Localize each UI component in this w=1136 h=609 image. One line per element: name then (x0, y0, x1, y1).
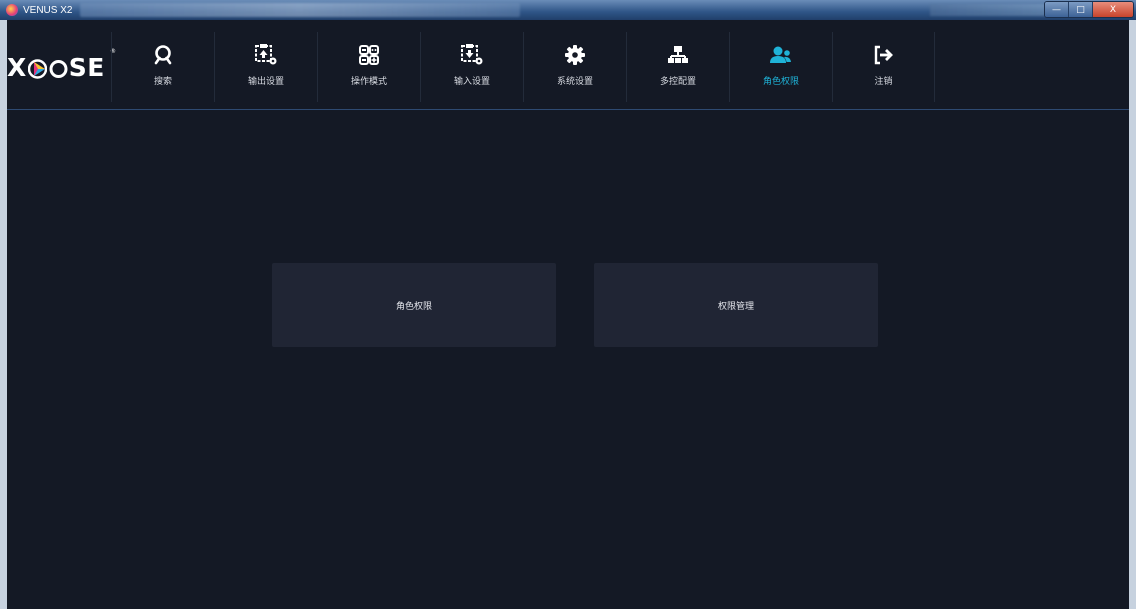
role-permissions-card[interactable]: 角色权限 (272, 263, 556, 347)
maximize-button[interactable]: □ (1069, 2, 1093, 17)
brand-logo: X SE (7, 42, 110, 92)
close-button[interactable]: X (1093, 2, 1133, 17)
nav-label-search: 搜索 (153, 77, 172, 87)
nav-label-operation-mode: 操作模式 (350, 77, 387, 87)
nav-label-system-settings: 系统设置 (556, 77, 593, 87)
logo-text-right: SE (68, 52, 105, 82)
input-settings-icon (460, 43, 484, 67)
main-nav: 搜索 输出设置 操作模式 输入设置 系统设置 多控配置 角色权限 注销 (111, 32, 935, 102)
nav-item-search[interactable]: 搜索 (111, 32, 214, 102)
title-bar[interactable]: VENUS X2 — □ X (0, 0, 1136, 20)
application-window: VENUS X2 — □ X X SE ® 搜索 输出设置 操作模式 输入设置 … (0, 0, 1136, 609)
taskbar-tabs-blurred (80, 3, 520, 17)
nav-item-system-settings[interactable]: 系统设置 (523, 32, 626, 102)
search-icon (151, 43, 175, 67)
nav-label-multi-control: 多控配置 (659, 77, 696, 87)
network-icon (666, 43, 690, 67)
nav-label-input-settings: 输入设置 (453, 77, 490, 87)
users-icon (769, 43, 793, 67)
permission-management-card-label: 权限管理 (717, 301, 754, 312)
top-navigation-bar: X SE ® 搜索 输出设置 操作模式 输入设置 系统设置 多控配置 角色权限 … (7, 20, 1129, 110)
minimize-button[interactable]: — (1045, 2, 1069, 17)
nav-item-logout[interactable]: 注销 (832, 32, 935, 102)
operation-mode-icon (357, 43, 381, 67)
app-content: X SE ® 搜索 输出设置 操作模式 输入设置 系统设置 多控配置 角色权限 … (7, 20, 1129, 609)
nav-item-input-settings[interactable]: 输入设置 (420, 32, 523, 102)
window-controls: — □ X (1044, 1, 1134, 18)
taskbar-right-blurred (930, 4, 1060, 16)
nav-label-role-permissions: 角色权限 (762, 77, 799, 87)
logo-o-letter (49, 58, 68, 79)
logout-icon (872, 43, 896, 67)
nav-item-operation-mode[interactable]: 操作模式 (317, 32, 420, 102)
logo-play-circle (27, 58, 47, 79)
role-permissions-card-label: 角色权限 (395, 301, 432, 312)
app-icon (6, 4, 18, 16)
output-settings-icon (254, 43, 278, 67)
nav-label-logout: 注销 (874, 77, 893, 87)
nav-item-multi-control[interactable]: 多控配置 (626, 32, 729, 102)
permission-management-card[interactable]: 权限管理 (594, 263, 878, 347)
gear-icon (563, 43, 587, 67)
logo-text-left: X (7, 52, 27, 82)
nav-label-output-settings: 输出设置 (247, 77, 284, 87)
nav-item-role-permissions[interactable]: 角色权限 (729, 32, 832, 102)
nav-item-output-settings[interactable]: 输出设置 (214, 32, 317, 102)
window-title: VENUS X2 (23, 4, 73, 16)
